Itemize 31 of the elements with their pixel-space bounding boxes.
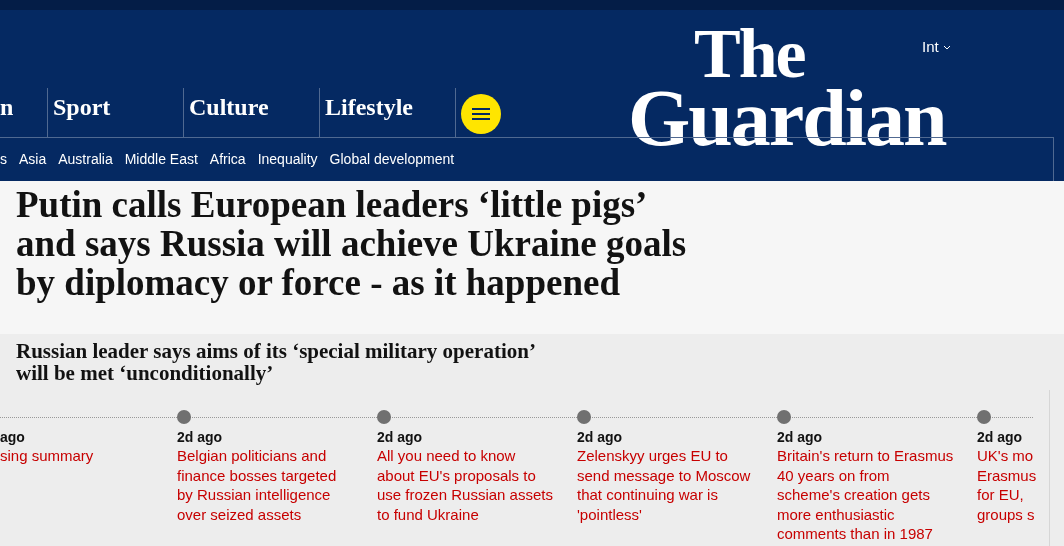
timeline-headline-link[interactable]: Zelenskyy urges EU to send message to Moscow that continuing war is 'pointless' bbox=[577, 446, 755, 524]
menu-icon bbox=[472, 108, 490, 120]
timestamp: 2d ago bbox=[577, 428, 623, 446]
subnav-link[interactable]: Asia bbox=[19, 149, 47, 170]
timestamp: 2d ago bbox=[777, 428, 823, 446]
nav-pillar-link[interactable]: Lifestyle bbox=[325, 94, 413, 120]
timeline-headline-link[interactable]: sing summary bbox=[0, 446, 94, 466]
nav-pillar-link[interactable]: Culture bbox=[189, 94, 269, 120]
timestamp: 2d ago bbox=[977, 428, 1023, 446]
timestamp: ago bbox=[0, 428, 25, 446]
article-headline: Putin calls European leaders ‘little pigs’ and says Russia will achieve Ukraine goals by diplomacy or force - as it happened bbox=[16, 185, 688, 302]
logo-text[interactable]: Guardian bbox=[628, 84, 946, 153]
subnav-link[interactable]: Middle East bbox=[124, 149, 198, 170]
nav-pillar-link[interactable]: n bbox=[0, 94, 14, 120]
timeline-headline-link[interactable]: All you need to know about EU's proposals to use frozen Russian assets to fund Ukraine bbox=[377, 446, 555, 524]
subnav-link[interactable]: Inequality bbox=[257, 149, 318, 170]
edition-selector[interactable]: Int bbox=[922, 36, 951, 59]
logo-text[interactable]: The bbox=[694, 24, 805, 85]
timestamp: 2d ago bbox=[177, 428, 223, 446]
timeline-headline-link[interactable]: Belgian politicians and finance bosses targeted by Russian intelligence over seized assets bbox=[177, 446, 355, 524]
menu-button[interactable] bbox=[461, 94, 501, 134]
chevron-down-icon bbox=[942, 44, 951, 50]
subnav-link[interactable]: Africa bbox=[209, 149, 246, 170]
subnav-link[interactable]: Global development bbox=[329, 149, 455, 170]
nav-pillar-link[interactable]: Sport bbox=[53, 94, 111, 120]
article-standfirst: Russian leader says aims of its ‘special military operation’ will be met ‘unconditionally’ bbox=[16, 340, 536, 384]
subnav-link[interactable]: Australia bbox=[58, 149, 113, 170]
timestamp: 2d ago bbox=[377, 428, 423, 446]
timeline-headline-link[interactable]: Britain's return to Erasmus 40 years on from scheme's creation gets more enthusiastic comments than in 1987 bbox=[777, 446, 955, 544]
timeline-headline-link[interactable]: UK's mo Erasmus for EU, groups s bbox=[977, 446, 1037, 524]
subnav-link[interactable]: s bbox=[0, 149, 7, 170]
